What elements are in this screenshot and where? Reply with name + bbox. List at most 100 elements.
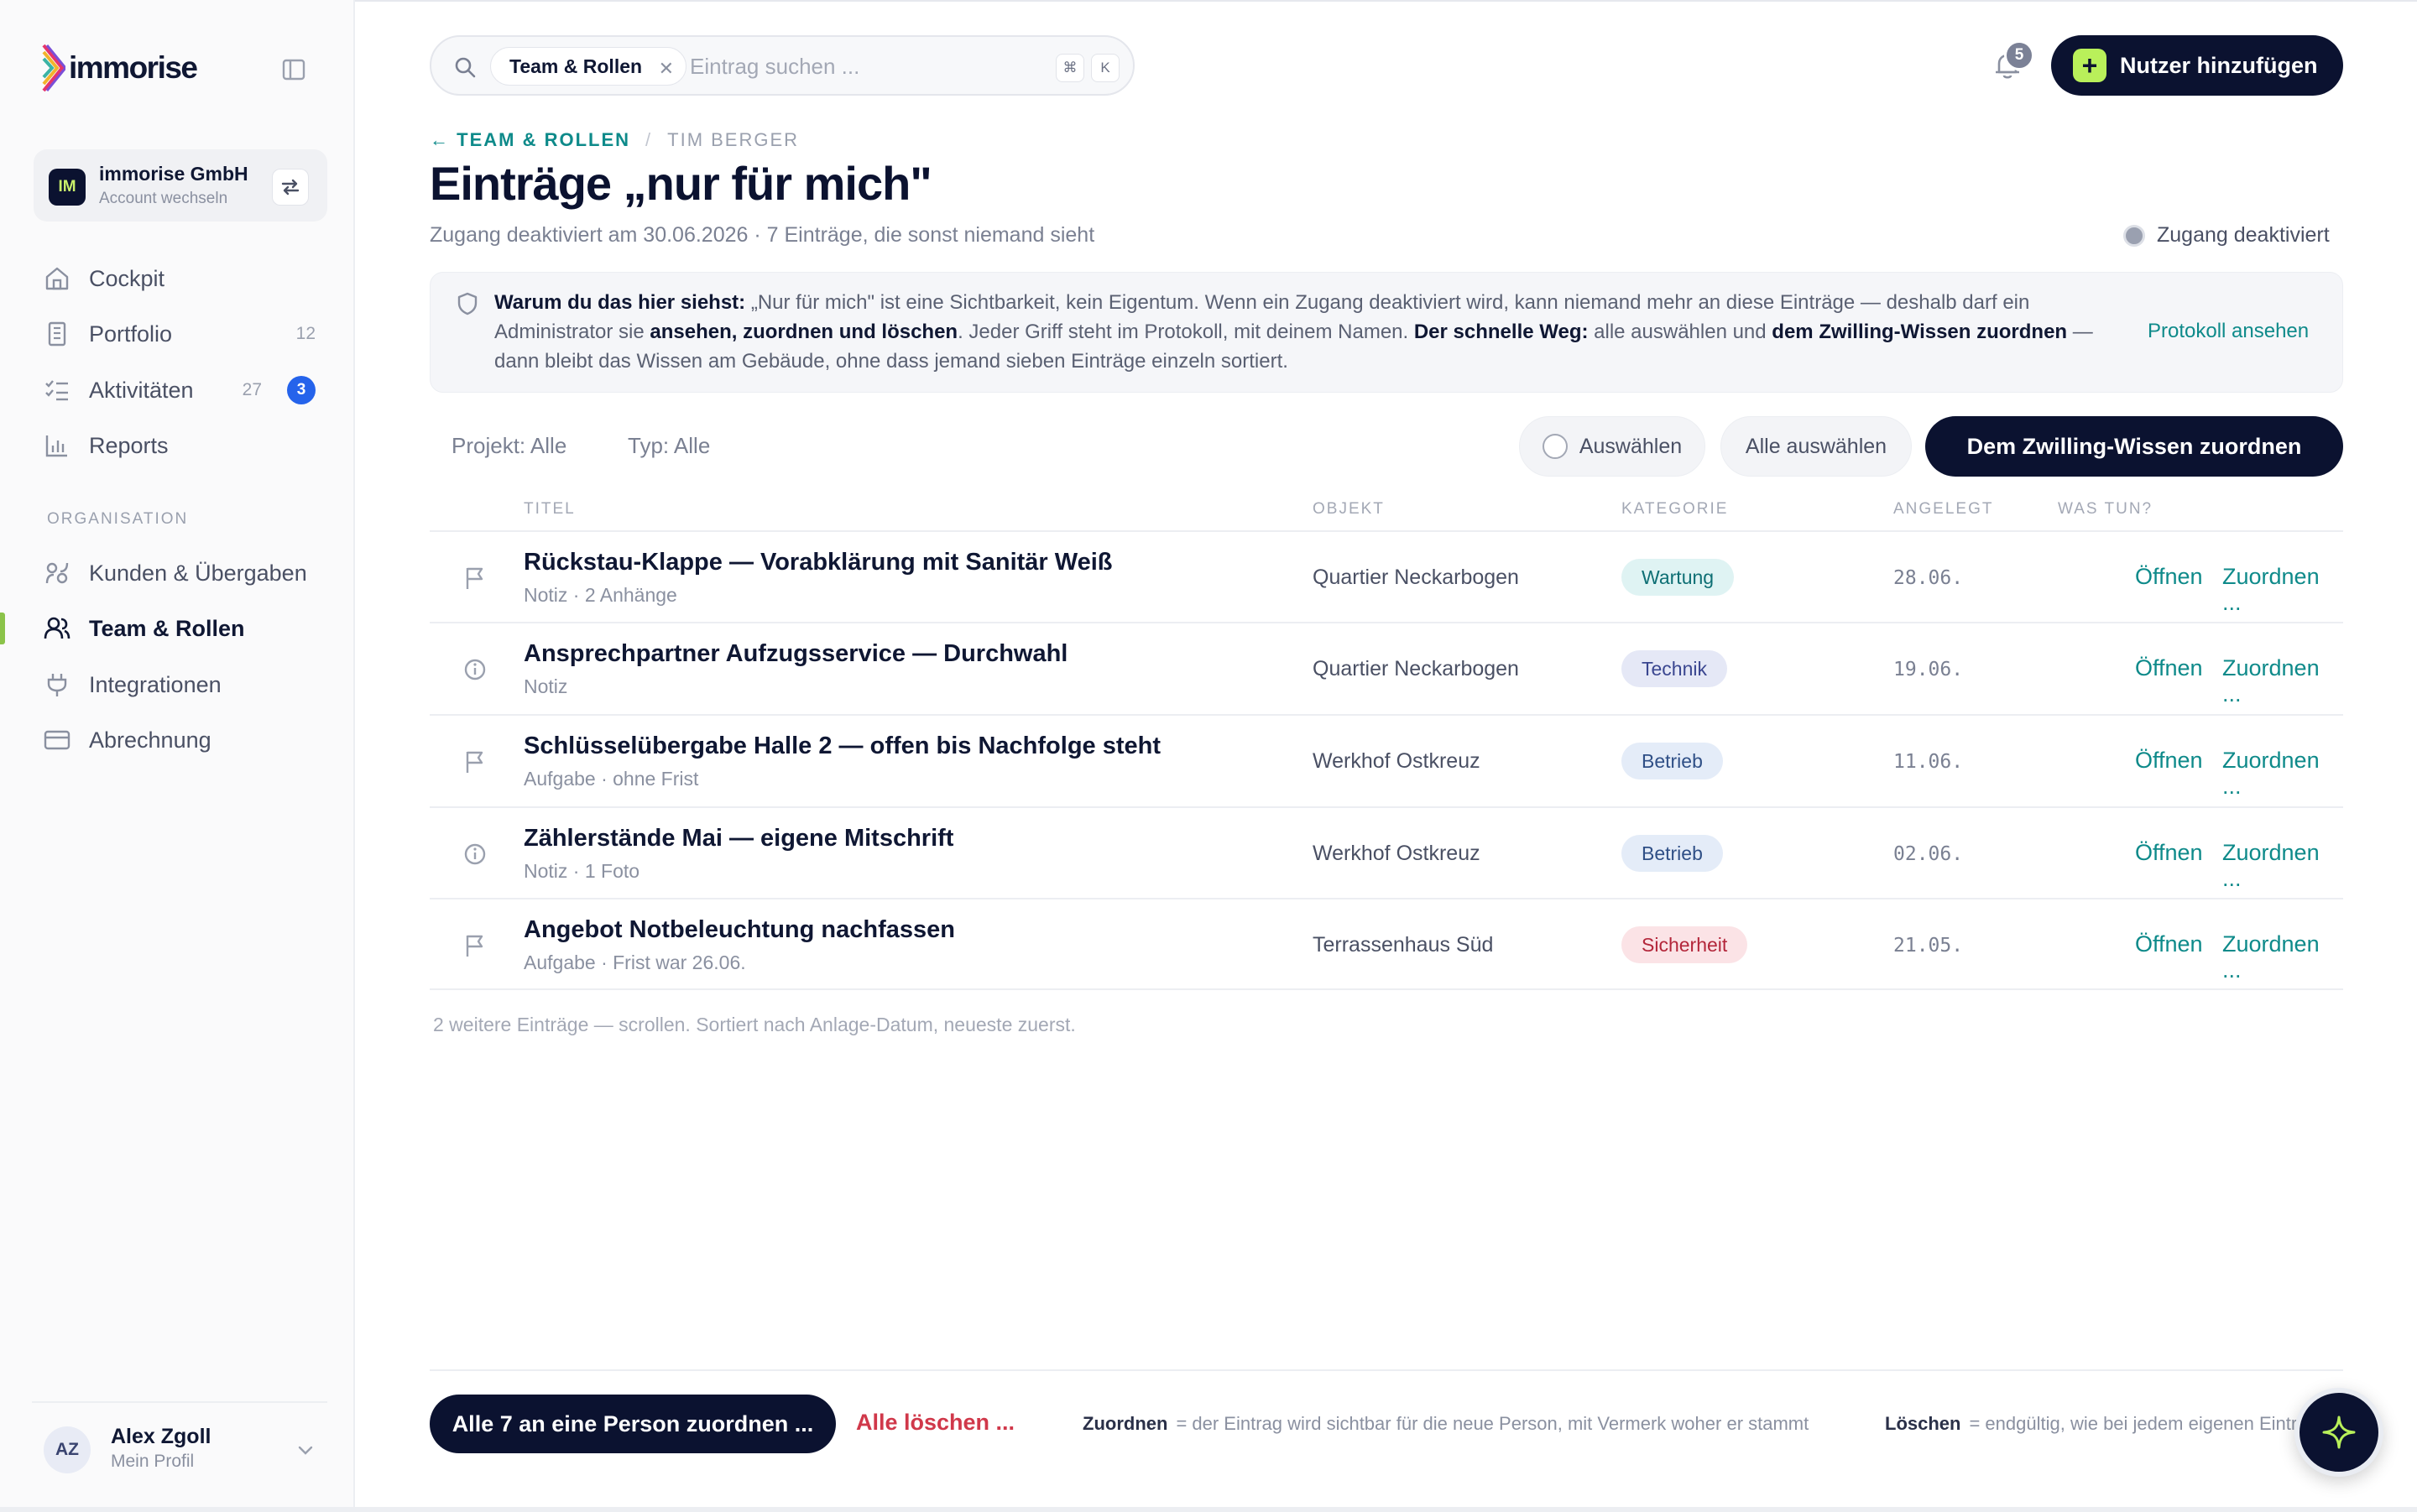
sidebar-item-label: Team & Rollen	[89, 615, 245, 641]
brand-name: immorise	[69, 50, 198, 85]
credit-card-icon	[44, 730, 70, 750]
account-switcher[interactable]: IM immorise GmbH Account wechseln	[34, 149, 327, 222]
sidebar-item-reports[interactable]: Reports	[44, 427, 321, 464]
type-filter[interactable]: Typ: Alle	[628, 433, 710, 459]
select-button[interactable]: Auswählen	[1519, 416, 1705, 477]
table-row[interactable]: Rückstau-Klappe — Vorabklärung mit Sanit…	[430, 530, 2343, 623]
row-date: 21.05.	[1893, 935, 1964, 957]
row-title[interactable]: Angebot Notbeleuchtung nachfassen	[524, 916, 955, 944]
sidebar-item-label: Aktivitäten	[89, 377, 194, 403]
profile-sub: Mein Profil	[111, 1452, 195, 1471]
select-all-button[interactable]: Alle auswählen	[1720, 416, 1912, 477]
category-badge: Wartung	[1621, 559, 1735, 596]
assign-all-label: Alle 7 an eine Person zuordnen ...	[452, 1410, 814, 1436]
search-filter-chip[interactable]: Team & Rollen ✕	[490, 47, 687, 86]
search-input[interactable]: Eintrag suchen ...	[690, 54, 859, 80]
breadcrumb: ← TEAM & ROLLEN / TIM BERGER	[430, 129, 799, 151]
sidebar-item-kunden[interactable]: Kunden & Übergaben	[44, 555, 321, 592]
sidebar-collapse-icon[interactable]	[282, 59, 305, 81]
assign-link[interactable]: Zuordnen ...	[2222, 840, 2343, 892]
row-date: 02.06.	[1893, 843, 1964, 865]
row-date: 11.06.	[1893, 751, 1964, 773]
table-row[interactable]: Angebot Notbeleuchtung nachfassen Aufgab…	[430, 898, 2343, 990]
row-title[interactable]: Rückstau-Klappe — Vorabklärung mit Sanit…	[524, 549, 1113, 576]
assign-link[interactable]: Zuordnen ...	[2222, 564, 2343, 616]
column-header-created: ANGELEGT	[1893, 500, 1994, 518]
handshake-icon	[45, 562, 69, 584]
category-badge: Technik	[1621, 650, 1727, 687]
assign-link[interactable]: Zuordnen ...	[2222, 931, 2343, 983]
profile-name: Alex Zgoll	[111, 1425, 211, 1448]
sidebar-item-portfolio[interactable]: Portfolio 12	[44, 315, 321, 352]
checklist-icon	[45, 380, 68, 401]
table-footnote: 2 weitere Einträge — scrollen. Sortiert …	[433, 1014, 1076, 1035]
brand-logo[interactable]: immorise	[42, 44, 198, 92]
sidebar-item-integrationen[interactable]: Integrationen	[44, 666, 321, 703]
info-icon	[464, 659, 486, 680]
category-badge: Sicherheit	[1621, 926, 1748, 963]
profile-menu[interactable]: AZ Alex Zgoll Mein Profil	[44, 1421, 321, 1478]
sidebar-item-label: Kunden & Übergaben	[89, 560, 307, 586]
row-subtitle: Notiz	[524, 675, 568, 697]
shield-icon	[457, 292, 478, 315]
flag-icon	[466, 935, 483, 957]
assign-twin-label: Dem Zwilling-Wissen zuordnen	[1966, 433, 2302, 459]
table-row[interactable]: Ansprechpartner Aufzugsservice — Durchwa…	[430, 622, 2343, 714]
row-title[interactable]: Zählerstände Mai — eigene Mitschrift	[524, 825, 953, 852]
sidebar-item-label: Reports	[89, 432, 169, 458]
row-title[interactable]: Schlüsselübergabe Halle 2 — offen bis Na…	[524, 733, 1161, 760]
swap-arrows-icon	[281, 179, 300, 196]
account-switch-label: Account wechseln	[99, 190, 228, 207]
info-icon	[464, 843, 486, 865]
delete-all-button[interactable]: Alle löschen ...	[856, 1410, 1015, 1436]
breadcrumb-back-link[interactable]: ← TEAM & ROLLEN	[430, 129, 630, 151]
assign-twin-button[interactable]: Dem Zwilling-Wissen zuordnen	[1925, 416, 2343, 477]
switch-account-button[interactable]	[272, 169, 309, 206]
sparkle-icon	[2322, 1416, 2356, 1449]
table-bottom-border	[430, 988, 2343, 990]
select-all-label: Alle auswählen	[1745, 434, 1887, 458]
row-title[interactable]: Ansprechpartner Aufzugsservice — Durchwa…	[524, 640, 1068, 668]
row-object: Werkhof Ostkreuz	[1313, 749, 1480, 773]
sidebar-item-cockpit[interactable]: Cockpit	[44, 260, 321, 297]
assistant-button[interactable]	[2294, 1388, 2383, 1477]
project-filter[interactable]: Projekt: Alle	[452, 433, 566, 459]
select-label: Auswählen	[1579, 434, 1683, 458]
avatar: AZ	[44, 1426, 91, 1473]
sidebar-item-team-rollen[interactable]: Team & Rollen	[44, 610, 321, 647]
assign-all-button[interactable]: Alle 7 an eine Person zuordnen ...	[430, 1395, 836, 1453]
search-bar[interactable]: Team & Rollen ✕ Eintrag suchen ... ⌘ K	[430, 35, 1135, 96]
assign-link[interactable]: Zuordnen ...	[2222, 655, 2343, 707]
row-object: Quartier Neckarbogen	[1313, 657, 1519, 680]
column-header-todo: WAS TUN?	[2058, 500, 2153, 518]
row-subtitle: Notiz · 2 Anhänge	[524, 584, 677, 606]
sidebar-item-abrechnung[interactable]: Abrechnung	[44, 722, 321, 759]
users-icon	[44, 617, 70, 639]
open-link[interactable]: Öffnen	[2135, 840, 2203, 866]
row-subtitle: Notiz · 1 Foto	[524, 860, 640, 882]
action-bar-divider	[430, 1369, 2343, 1371]
category-badge: Betrieb	[1621, 835, 1723, 872]
column-header-category: KATEGORIE	[1621, 500, 1729, 518]
open-link[interactable]: Öffnen	[2135, 564, 2203, 590]
remove-chip-icon[interactable]: ✕	[659, 58, 674, 80]
table-row[interactable]: Schlüsselübergabe Halle 2 — offen bis Na…	[430, 714, 2343, 806]
kbd-k: K	[1091, 54, 1120, 82]
open-link[interactable]: Öffnen	[2135, 748, 2203, 774]
bar-chart-icon	[45, 435, 67, 457]
breadcrumb-current: TIM BERGER	[667, 129, 800, 150]
open-link[interactable]: Öffnen	[2135, 655, 2203, 681]
sidebar-item-aktivitaeten[interactable]: Aktivitäten 27 3	[44, 372, 321, 409]
status-dot	[2123, 224, 2145, 247]
assign-link[interactable]: Zuordnen ...	[2222, 748, 2343, 800]
protocol-link[interactable]: Protokoll ansehen	[2148, 320, 2309, 343]
row-date: 28.06.	[1893, 567, 1964, 589]
add-user-button[interactable]: + Nutzer hinzufügen	[2051, 35, 2343, 96]
section-label-organisation: ORGANISATION	[47, 510, 189, 528]
info-notice: Warum du das hier siehst: „Nur für mich"…	[430, 272, 2343, 393]
open-link[interactable]: Öffnen	[2135, 931, 2203, 957]
building-icon	[48, 321, 66, 347]
notification-count: 5	[2004, 40, 2034, 70]
table-row[interactable]: Zählerstände Mai — eigene Mitschrift Not…	[430, 806, 2343, 899]
column-header-title: TITEL	[524, 500, 576, 518]
